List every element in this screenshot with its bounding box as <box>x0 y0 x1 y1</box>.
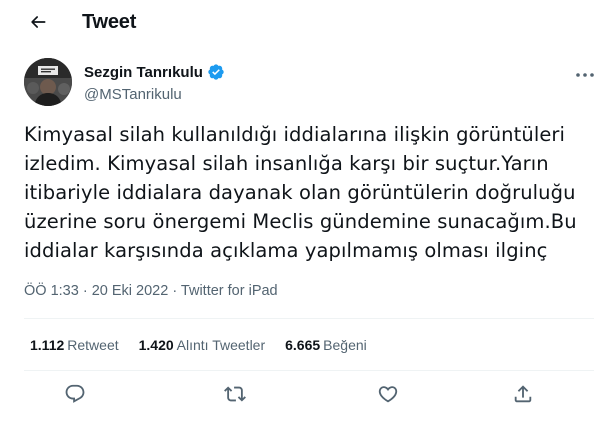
meta-separator: · <box>168 283 181 299</box>
more-button[interactable] <box>574 64 596 84</box>
tweet-text-line: Kimyasal silah kullanıldığı iddialarına … <box>24 123 566 146</box>
verified-badge-icon <box>207 63 225 81</box>
page-title: Tweet <box>82 11 137 33</box>
tweet-text-line: iddialar karşısında açıklama yapılmamış … <box>24 239 548 262</box>
divider <box>24 318 594 319</box>
share-icon <box>512 383 534 410</box>
more-horizontal-icon <box>575 65 595 83</box>
tweet-source[interactable]: Twitter for iPad <box>181 283 278 299</box>
reply-button[interactable] <box>62 383 88 409</box>
reply-icon <box>64 383 86 410</box>
quotes-count: 1.420 <box>138 337 174 353</box>
tweet-time[interactable]: ÖÖ 1:33 <box>24 283 79 299</box>
retweet-button[interactable] <box>222 383 248 409</box>
like-button[interactable] <box>375 383 401 409</box>
divider <box>24 370 594 371</box>
back-button[interactable] <box>24 10 52 38</box>
tweet-text-line: üzerine soru önergemi Meclis gündemine s… <box>24 210 577 233</box>
quotes-stat[interactable]: 1.420 Alıntı Tweetler <box>139 337 266 353</box>
tweet-stats: 1.112 Retweet 1.420 Alıntı Tweetler 6.665 B… <box>30 337 387 353</box>
tweet-date[interactable]: 20 Eki 2022 <box>92 283 169 299</box>
author-info: Sezgin Tanrıkulu @MSTanrikulu <box>84 62 225 103</box>
tweet-text-line: itibariyle iddialara dayanak olan görünt… <box>24 181 576 204</box>
tweet-text: Kimyasal silah kullanıldığı iddialarına … <box>24 120 594 265</box>
avatar[interactable] <box>24 58 72 106</box>
author-handle[interactable]: @MSTanrikulu <box>84 86 225 103</box>
tweet-meta: ÖÖ 1:33 · 20 Eki 2022 · Twitter for iPad <box>24 283 278 299</box>
likes-stat[interactable]: 6.665 Beğeni <box>285 337 367 353</box>
header: Tweet <box>0 0 616 46</box>
like-icon <box>377 383 399 410</box>
tweet-actions <box>0 383 616 413</box>
retweets-count: 1.112 <box>30 337 65 353</box>
likes-label: Beğeni <box>323 337 367 353</box>
share-button[interactable] <box>510 383 536 409</box>
tweet-text-line: izledim. Kimyasal silah insanlığa karşı … <box>24 152 549 175</box>
retweets-label: Retweet <box>67 337 119 353</box>
retweets-stat[interactable]: 1.112 Retweet <box>30 337 119 353</box>
likes-count: 6.665 <box>285 337 321 353</box>
author-name[interactable]: Sezgin Tanrıkulu <box>84 64 203 81</box>
retweet-icon <box>224 383 246 410</box>
tweet-page: Tweet Sezgin Tanrıkulu @MSTanrikulu Kimy… <box>0 0 616 422</box>
arrow-left-icon <box>28 12 48 37</box>
meta-separator: · <box>78 283 92 299</box>
quotes-label: Alıntı Tweetler <box>176 337 266 353</box>
